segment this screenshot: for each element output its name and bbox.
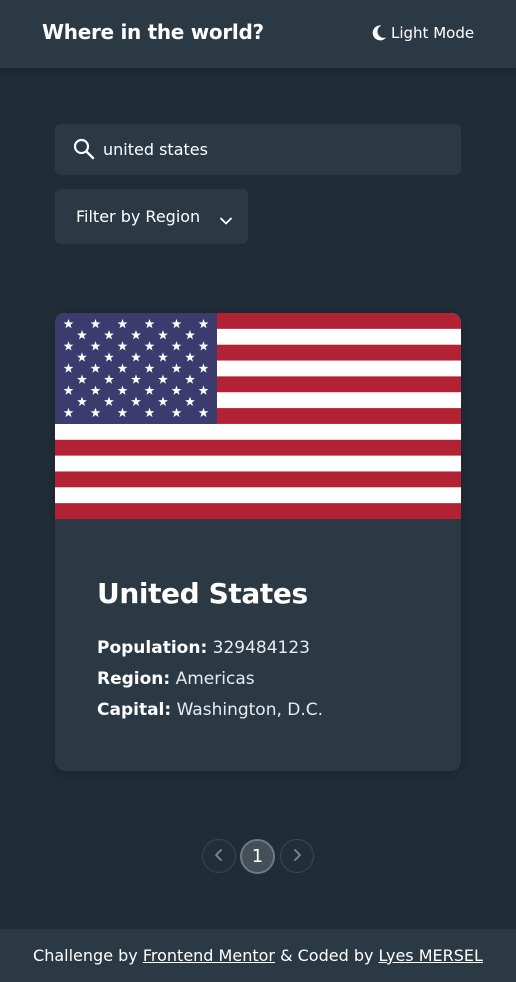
frontend-mentor-link[interactable]: Frontend Mentor: [143, 946, 275, 965]
capital-label: Capital:: [97, 700, 172, 720]
search-bar[interactable]: [55, 124, 461, 175]
region-filter-dropdown[interactable]: Filter by Region: [55, 189, 248, 244]
population-label: Population:: [97, 638, 208, 658]
us-flag-image: [55, 313, 461, 519]
filter-label: Filter by Region: [76, 207, 201, 226]
author-link[interactable]: Lyes MERSEL: [379, 946, 483, 965]
header: Where in the world? Light Mode: [0, 0, 516, 68]
region-value: Americas: [175, 669, 255, 689]
capital-value: Washington, D.C.: [176, 700, 324, 720]
capital-detail: Capital: Washington, D.C.: [97, 700, 323, 720]
page-button-current[interactable]: 1: [240, 839, 275, 874]
region-detail: Region: Americas: [97, 669, 255, 689]
theme-toggle-label: Light Mode: [391, 24, 475, 42]
chevron-left-icon: [214, 847, 224, 866]
search-input[interactable]: [103, 136, 443, 162]
search-icon: [73, 138, 95, 164]
footer-middle: & Coded by: [280, 946, 374, 965]
moon-icon: [370, 24, 388, 42]
theme-toggle-button[interactable]: Light Mode: [370, 24, 474, 42]
footer: Challenge by Frontend Mentor & Coded by …: [0, 929, 516, 982]
footer-prefix: Challenge by: [33, 946, 138, 965]
chevron-right-icon: [292, 847, 302, 866]
chevron-down-icon: [219, 211, 233, 230]
app-title: Where in the world?: [42, 20, 264, 44]
country-card[interactable]: United States Population: 329484123 Regi…: [55, 313, 461, 771]
population-detail: Population: 329484123: [97, 638, 310, 658]
next-page-button[interactable]: [280, 839, 314, 873]
population-value: 329484123: [212, 638, 310, 658]
country-name: United States: [97, 577, 308, 610]
prev-page-button[interactable]: [202, 839, 236, 873]
region-label: Region:: [97, 669, 171, 689]
